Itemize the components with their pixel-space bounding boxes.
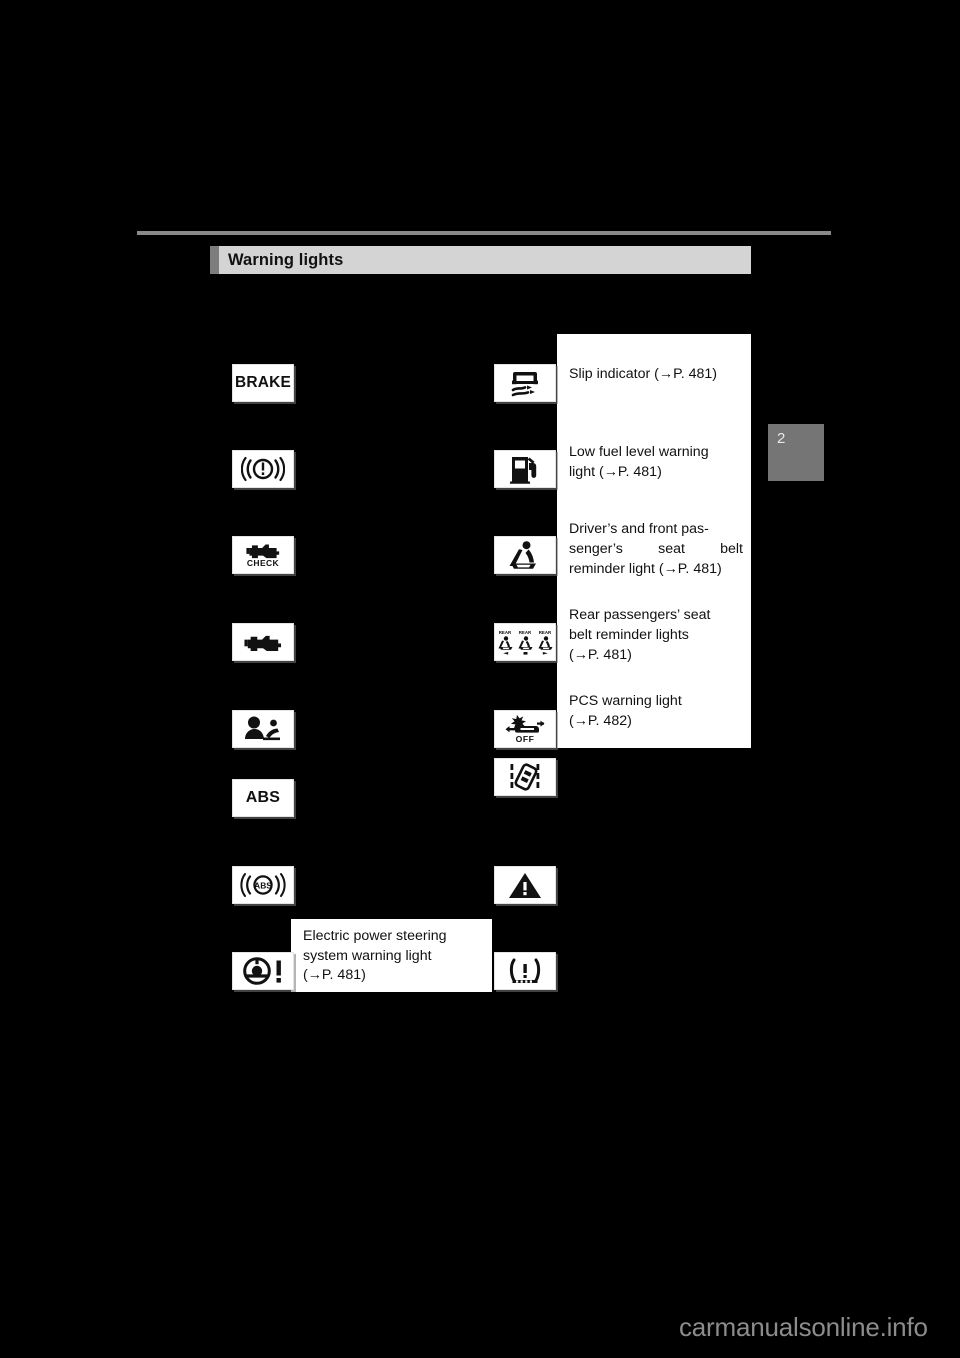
eps-description-text: Electric power steering system warning l… [303, 927, 481, 986]
pcs-line-1: PCS warning light [569, 693, 682, 709]
rear-belt-line-2: belt reminder lights [569, 627, 689, 643]
section-header-accent [210, 246, 219, 274]
section-header: Warning lights [210, 246, 751, 274]
front-belt-line-2-wrap: senger’s seat belt [569, 540, 743, 560]
pcs-off-label: OFF [515, 734, 535, 744]
rear-seatbelt-glyph: REAR REAR REAR [498, 630, 553, 655]
front-belt-line-2-word: seat [658, 541, 685, 557]
electric-power-steering-icon [232, 952, 294, 990]
rear-belt-line-3: (→P. 481) [569, 647, 632, 663]
steering-wheel-glyph [243, 957, 281, 985]
page-title: Warning lights [228, 251, 344, 269]
svg-text:REAR: REAR [499, 630, 512, 635]
front-belt-line-3: reminder light (→P. 481) [569, 561, 722, 577]
abs-warning-icon: ABS [232, 779, 294, 817]
airbag-glyph [245, 716, 280, 741]
brake-system-warning-icon: BRAKE [232, 364, 294, 402]
low-fuel-line-1: Low fuel level warning [569, 444, 709, 460]
low-fuel-level-icon [494, 450, 556, 488]
brake-circle-glyph [241, 456, 285, 482]
rear-seat-belt-reminder-icon: REAR REAR REAR [494, 623, 556, 661]
svg-text:ABS: ABS [254, 881, 272, 891]
eps-description-panel: Electric power steering system warning l… [291, 919, 492, 992]
rear-belt-line-1: Rear passengers’ seat [569, 607, 711, 623]
engine-malfunction-icon [232, 623, 294, 661]
engine-glyph-2 [244, 635, 282, 651]
slip-glyph [511, 371, 538, 396]
engine-glyph [246, 544, 280, 559]
front-belt-line-2-word: belt [720, 541, 743, 557]
eps-line-2: system warning light [303, 947, 432, 964]
abs-circle-glyph: ABS [240, 873, 286, 897]
front-belt-line-2-word: senger’s [569, 541, 623, 557]
abs-circle-warning-icon: ABS [232, 866, 294, 904]
fuel-pump-glyph [510, 457, 537, 484]
master-warning-triangle-icon [494, 866, 556, 904]
chapter-tab: 2 [768, 424, 824, 481]
eps-line-1: Electric power steering [303, 928, 447, 944]
brake-warning-circle-icon [232, 450, 294, 488]
engine-check-icon: CHECK [232, 536, 294, 574]
svg-text:REAR: REAR [519, 630, 532, 635]
slip-indicator-description: Slip indicator (→P. 481) [569, 366, 717, 382]
header-rule [137, 231, 831, 235]
brake-icon-label: BRAKE [234, 374, 292, 391]
manual-page: Warning lights 2 Electric power steering… [0, 0, 960, 1358]
pcs-warning-off-icon: OFF [494, 710, 556, 748]
svg-text:REAR: REAR [539, 630, 552, 635]
check-label: CHECK [246, 558, 280, 568]
abs-label: ABS [245, 789, 281, 806]
watermark: carmanualsonline.info [679, 1312, 928, 1342]
chapter-tab-number: 2 [777, 430, 786, 447]
slip-indicator-icon [494, 364, 556, 402]
tpms-glyph [509, 958, 541, 983]
lane-departure-alert-icon [494, 758, 556, 796]
tire-pressure-warning-icon [494, 952, 556, 990]
srs-airbag-warning-icon [232, 710, 294, 748]
front-seat-belt-reminder-icon [494, 536, 556, 574]
seatbelt-glyph [509, 541, 536, 569]
lane-departure-glyph [510, 762, 540, 791]
eps-line-3: (→P. 481) [303, 967, 366, 984]
front-belt-line-1: Driver’s and front pas- [569, 521, 709, 537]
pcs-line-2: (→P. 482) [569, 713, 632, 729]
low-fuel-line-2: light (→P. 481) [569, 464, 662, 480]
warning-triangle-glyph [509, 872, 541, 898]
pcs-collision-glyph [505, 715, 545, 733]
